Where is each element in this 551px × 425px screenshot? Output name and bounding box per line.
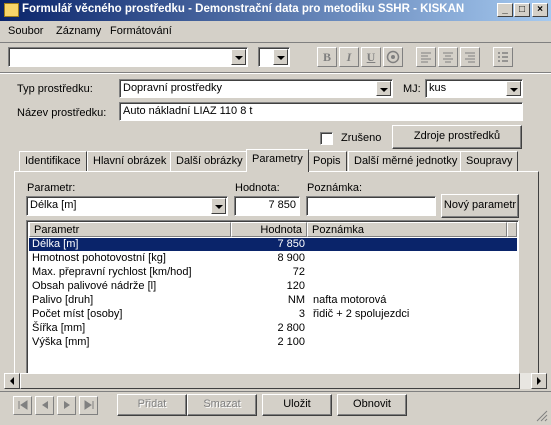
poznamka-label: Poznámka: [307,182,363,194]
title-bar[interactable]: Formulář věcného prostředku - Demonstrač… [0,0,551,21]
zruseno-label: Zrušeno [341,132,382,144]
chevron-down-icon[interactable] [376,81,391,96]
typ-value: Dopravní prostředky [123,82,223,94]
bottom-divider [0,391,551,392]
smazat-button[interactable]: Smazat [187,394,257,416]
first-record-icon[interactable] [13,396,32,415]
table-row[interactable]: Délka [m] 7 850 [29,238,517,251]
cell-parametr: Délka [m] [32,238,79,250]
tab-popis[interactable]: Popis [307,151,347,171]
hodnota-label: Hodnota: [235,182,280,194]
window-title: Formulář věcného prostředku - Demonstrač… [22,3,465,15]
novy-parametr-button[interactable]: Nový parametr [441,194,519,218]
table-row[interactable]: Obsah palivové nádrže [l] 120 [29,280,517,293]
chevron-down-icon[interactable] [211,198,226,214]
cell-hodnota: 8 900 [277,252,305,264]
chevron-down-icon[interactable] [273,49,288,65]
cell-parametr: Počet míst [osoby] [32,308,123,320]
pridat-button[interactable]: Přidat [117,394,187,416]
column-header-hodnota[interactable]: Hodnota [231,222,307,237]
cell-parametr: Hmotnost pohotovostní [kg] [32,252,166,264]
nazev-label: Název prostředku: [17,107,107,119]
cell-parametr: Max. přepravní rychlost [km/hod] [32,266,192,278]
scroll-right-button[interactable] [531,373,547,389]
column-header-spacer [507,222,517,237]
cell-parametr: Výška [mm] [32,336,90,348]
parametr-select[interactable]: Délka [m] [26,196,228,216]
cell-hodnota: 120 [286,280,305,292]
cell-hodnota: 2 100 [277,336,305,348]
menu-zaznamy[interactable]: Záznamy [56,25,101,37]
tab-dalsi-merne-jednotky[interactable]: Další měrné jednotky [348,151,464,171]
app-icon[interactable] [4,3,19,17]
tab-parametry[interactable]: Parametry [246,149,309,172]
typ-label: Typ prostředku: [17,83,93,95]
zruseno-checkbox[interactable] [320,132,333,145]
horizontal-scrollbar[interactable] [4,373,547,389]
table-row[interactable]: Šířka [mm] 2 800 [29,322,517,335]
table-row[interactable]: Výška [mm] 2 100 [29,336,517,349]
font-name-select[interactable] [8,47,248,67]
font-size-select[interactable] [258,47,290,67]
ulozit-button[interactable]: Uložit [262,394,332,416]
column-header-poznamka[interactable]: Poznámka [307,222,507,237]
zdroje-button[interactable]: Zdroje prostředků [392,125,522,149]
underline-button[interactable]: U [361,47,381,67]
cell-hodnota: 7 850 [277,238,305,250]
toolbar-divider [0,42,551,43]
cell-hodnota: 3 [298,308,305,320]
align-left-icon[interactable] [416,47,436,67]
scroll-thumb[interactable] [20,373,520,389]
menu-formatovani[interactable]: Formátování [110,25,172,37]
tab-hlavni-obrazek[interactable]: Hlavní obrázek [87,151,173,171]
last-record-icon[interactable] [79,396,98,415]
resize-grip-icon[interactable] [536,410,548,422]
cell-parametr: Obsah palivové nádrže [l] [32,280,157,292]
parametr-value: Délka [m] [30,199,77,211]
obnovit-button[interactable]: Obnovit [337,394,407,416]
tab-soupravy[interactable]: Soupravy [460,151,519,171]
column-header-parametr[interactable]: Parametr [29,222,231,237]
parametr-label: Parametr: [27,182,76,194]
poznamka-input[interactable] [306,196,436,216]
mj-select[interactable]: kus [425,79,523,98]
nazev-input[interactable]: Auto nákladní LIAZ 110 8 t [119,102,523,121]
cell-hodnota: NM [287,294,305,306]
typ-select[interactable]: Dopravní prostředky [119,79,393,98]
next-record-icon[interactable] [57,396,76,415]
cell-poznamka: řidič + 2 spolujezdci [313,308,410,320]
minimize-button[interactable]: _ [497,3,513,17]
cell-hodnota: 2 800 [277,322,305,334]
italic-button[interactable]: I [339,47,359,67]
chevron-down-icon[interactable] [506,81,521,96]
toolbar-divider [0,73,551,74]
scroll-left-button[interactable] [4,373,20,389]
mj-value: kus [429,82,447,94]
tab-identifikace[interactable]: Identifikace [19,151,87,171]
align-center-icon[interactable] [438,47,458,67]
menu-soubor[interactable]: Soubor [8,25,43,37]
cell-hodnota: 72 [292,266,305,278]
table-row[interactable]: Počet míst [osoby] 3 řidič + 2 spolujezd… [29,308,517,321]
cell-parametr: Šířka [mm] [32,322,86,334]
align-right-icon[interactable] [460,47,480,67]
hodnota-input[interactable]: 7 850 [234,196,300,216]
chevron-down-icon[interactable] [231,49,246,65]
previous-record-icon[interactable] [35,396,54,415]
table-row[interactable]: Max. přepravní rychlost [km/hod] 72 [29,266,517,279]
cell-poznamka: nafta motorová [313,294,387,306]
parametry-grid[interactable]: Parametr Hodnota Poznámka Délka [m] 7 85… [26,220,519,374]
table-row[interactable]: Palivo [druh] NM nafta motorová [29,294,517,307]
bold-button[interactable]: B [317,47,337,67]
table-row[interactable]: Hmotnost pohotovostní [kg] 8 900 [29,252,517,265]
close-button[interactable]: × [532,3,548,17]
mj-label: MJ: [403,83,421,95]
tab-dalsi-obrazky[interactable]: Další obrázky [170,151,249,171]
menu-bar: Soubor Záznamy Formátování [0,21,551,41]
color-picker-icon[interactable] [383,47,403,67]
cell-parametr: Palivo [druh] [32,294,94,306]
maximize-button[interactable]: □ [514,3,530,17]
bullet-list-icon[interactable] [493,47,513,67]
